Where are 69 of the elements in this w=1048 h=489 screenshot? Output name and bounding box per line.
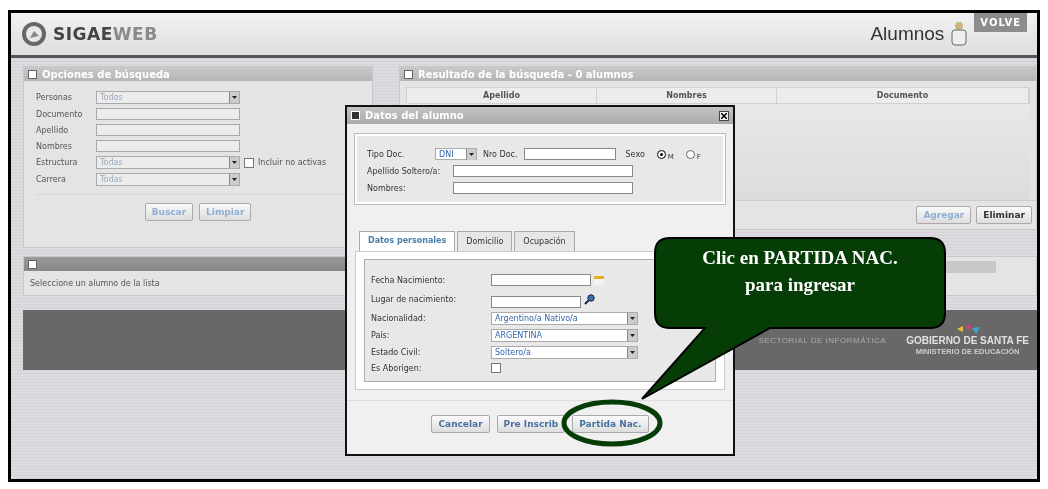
radio-button[interactable] xyxy=(656,149,666,159)
action-button[interactable]: Cancelar xyxy=(431,415,490,433)
dropdown-arrow-icon xyxy=(232,161,237,164)
text-field[interactable] xyxy=(453,165,633,177)
text-field[interactable] xyxy=(96,140,240,152)
dropdown-arrow-icon xyxy=(630,351,635,354)
app-logo-text: SIGAEWEB xyxy=(53,24,158,44)
checkbox[interactable] xyxy=(491,363,501,373)
panel-icon xyxy=(28,259,37,269)
action-button[interactable]: Eliminar xyxy=(976,206,1032,224)
close-icon[interactable] xyxy=(719,110,729,121)
dropdown-arrow-icon xyxy=(469,152,474,156)
panel-icon xyxy=(28,69,37,79)
back-button[interactable]: VOLVE xyxy=(974,13,1027,32)
date-field[interactable] xyxy=(491,274,591,286)
action-button[interactable]: Partida Nac. xyxy=(572,415,649,433)
dropdown-field[interactable]: DNI xyxy=(435,148,477,160)
dropdown-arrow-icon xyxy=(232,178,237,181)
column-header: Nombres xyxy=(597,88,777,103)
panel-icon xyxy=(404,69,413,79)
text-field[interactable] xyxy=(523,148,616,160)
field-label: País: xyxy=(371,331,391,340)
panel-title: Opciones de búsqueda xyxy=(42,68,170,80)
text-field[interactable] xyxy=(96,108,240,120)
field-label: Lugar de nacimiento: xyxy=(371,294,458,304)
section-title: Alumnos xyxy=(870,23,945,45)
field-label: Estructura xyxy=(36,158,79,167)
dropdown-field[interactable]: Soltero/a xyxy=(491,346,638,359)
dialog-title: Datos del alumno xyxy=(365,110,464,121)
field-label: Tipo Doc. xyxy=(367,149,406,159)
column-header: Apellido xyxy=(407,88,597,103)
radio-button[interactable] xyxy=(685,149,695,159)
action-button[interactable]: Pre Inscrib xyxy=(496,415,566,433)
field-label: Apellido xyxy=(36,125,70,135)
dropdown-field[interactable]: Argentino/a Nativo/a xyxy=(491,312,638,325)
logo-icon xyxy=(21,21,47,47)
field-label: Apellido Soltero/a: xyxy=(367,166,442,176)
tab[interactable]: Datos personales xyxy=(359,231,456,251)
field-label: Nombres xyxy=(36,141,73,151)
field-label: Es Aborigen: xyxy=(371,363,423,373)
panel-icon xyxy=(351,111,360,120)
search-icon[interactable] xyxy=(584,293,595,305)
field-label: Personas xyxy=(36,93,73,102)
text-field[interactable] xyxy=(96,124,240,136)
panel-title: Resultado de la búsqueda - 0 alumnos xyxy=(418,68,634,80)
field-label: Nombres: xyxy=(367,183,407,193)
calendar-icon[interactable] xyxy=(594,275,604,285)
callout-text: Clic en PARTIDA NAC. para ingresar xyxy=(701,246,899,297)
field-label: Sexo xyxy=(625,149,645,159)
student-icon xyxy=(950,21,969,47)
dropdown-arrow-icon xyxy=(630,334,635,337)
checkbox-label: Incluir no activas xyxy=(258,158,327,167)
dropdown-arrow-icon xyxy=(232,96,237,99)
field-label: Estado Civil: xyxy=(371,348,422,357)
checkbox[interactable] xyxy=(244,157,254,168)
tab[interactable]: Domicilio xyxy=(457,231,513,251)
tab[interactable]: Ocupación xyxy=(514,231,575,251)
field-label: Carrera xyxy=(36,175,67,184)
dropdown-field[interactable]: ARGENTINA xyxy=(491,329,638,342)
column-header: Documento xyxy=(777,88,1029,103)
hint-text: Seleccione un alumno de la lista xyxy=(29,278,161,290)
footer-text: GOBIERNO DE SANTA FE xyxy=(906,335,1029,346)
field-label: Documento xyxy=(36,109,84,119)
field-label: Nacionalidad: xyxy=(371,314,427,323)
field-label: Nro Doc. xyxy=(483,149,518,159)
field-label: Fecha Nacimiento: xyxy=(371,275,447,285)
text-field[interactable] xyxy=(453,182,633,194)
text-field[interactable] xyxy=(491,296,581,308)
dropdown-arrow-icon xyxy=(630,317,635,320)
